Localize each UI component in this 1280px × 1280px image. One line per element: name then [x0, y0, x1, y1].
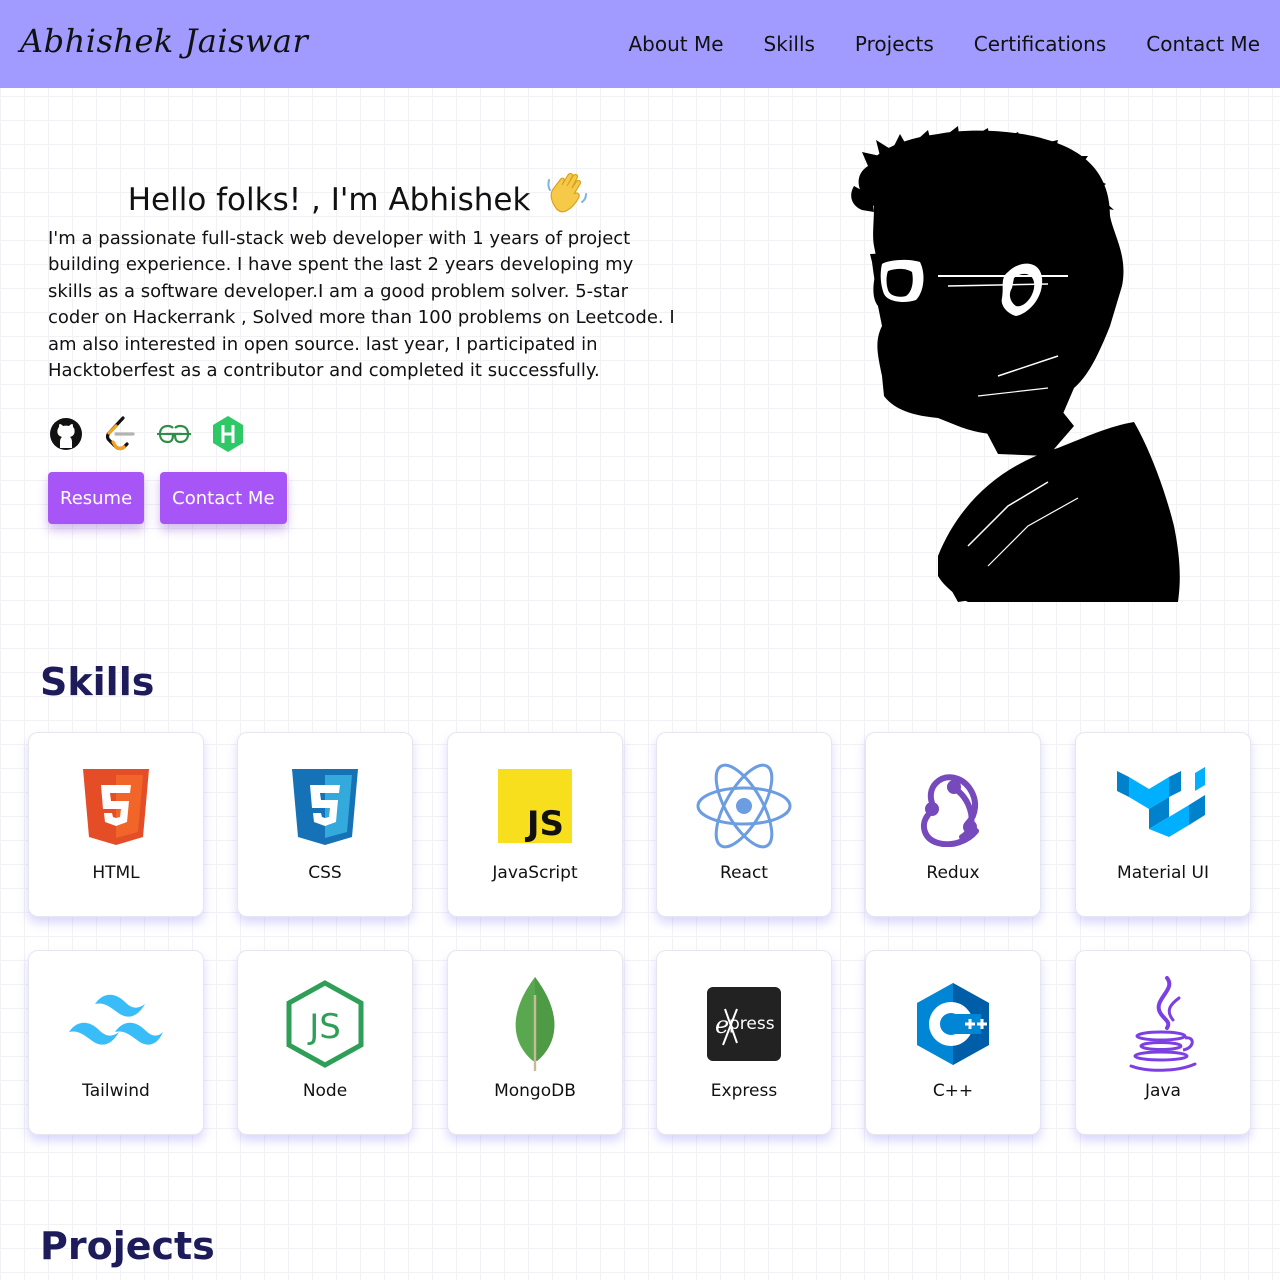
leetcode-icon[interactable]	[102, 415, 138, 453]
skill-label: Redux	[926, 863, 980, 883]
skills-heading: Skills	[40, 660, 155, 704]
skill-label: Express	[710, 1081, 778, 1101]
nav-link-projects[interactable]: Projects	[855, 30, 934, 58]
mongodb-leaf-icon	[485, 977, 585, 1071]
geeksforgeeks-icon[interactable]	[156, 415, 192, 453]
html5-icon	[66, 761, 166, 851]
hackerrank-icon[interactable]	[210, 415, 246, 453]
contact-me-button[interactable]: Contact Me	[160, 472, 287, 524]
nav-link-skills[interactable]: Skills	[764, 30, 815, 58]
java-icon	[1113, 976, 1213, 1072]
projects-heading: Projects	[40, 1224, 215, 1268]
hero-title: Hello folks! , I'm Abhishek	[48, 170, 668, 222]
skill-label: Node	[302, 1081, 348, 1101]
css3-icon	[275, 761, 375, 851]
hero-buttons: Resume Contact Me	[48, 472, 287, 524]
skill-label: CSS	[308, 863, 342, 883]
nav-link-about[interactable]: About Me	[628, 30, 723, 58]
hero-title-text: Hello folks! , I'm Abhishek	[127, 182, 531, 218]
brand-logo[interactable]: Abhishek Jaiswar	[20, 22, 308, 60]
skill-label: Java	[1145, 1081, 1181, 1101]
skill-card-cpp: C++	[865, 950, 1041, 1135]
skill-label: MongoDB	[494, 1081, 576, 1101]
skill-card-material-ui: Material UI	[1075, 732, 1251, 917]
skill-card-java: Java	[1075, 950, 1251, 1135]
express-icon: e press	[694, 979, 794, 1069]
material-ui-icon	[1113, 761, 1213, 851]
nodejs-icon: JS	[275, 979, 375, 1069]
skill-card-react: React	[656, 732, 832, 917]
svg-text:JS: JS	[525, 804, 564, 843]
navbar: Abhishek Jaiswar About Me Skills Project…	[0, 0, 1280, 88]
social-links	[48, 415, 246, 453]
tailwind-icon	[66, 979, 166, 1069]
skill-card-express: e press Express	[656, 950, 832, 1135]
skill-label: C++	[932, 1081, 974, 1101]
waving-hand-icon	[546, 170, 588, 222]
svg-text:JS: JS	[307, 1007, 341, 1047]
skill-card-mongodb: MongoDB	[447, 950, 623, 1135]
skill-card-redux: Redux	[865, 732, 1041, 917]
cpp-icon	[903, 979, 1003, 1069]
skill-card-javascript: JS JavaScript	[447, 732, 623, 917]
redux-icon	[903, 761, 1003, 851]
resume-button[interactable]: Resume	[48, 472, 145, 524]
skill-label: Tailwind	[82, 1081, 150, 1101]
svg-text:press: press	[729, 1014, 775, 1034]
skill-card-node: JS Node	[237, 950, 413, 1135]
skill-card-tailwind: Tailwind	[28, 950, 204, 1135]
hero-description: I'm a passionate full-stack web develope…	[48, 228, 675, 382]
skill-label: Material UI	[1117, 863, 1209, 883]
skill-card-html: HTML	[28, 732, 204, 917]
skill-label: React	[720, 863, 768, 883]
profile-illustration	[848, 126, 1188, 602]
nav-links: About Me Skills Projects Certifications …	[628, 30, 1260, 58]
skill-card-css: CSS	[237, 732, 413, 917]
nav-link-contact[interactable]: Contact Me	[1146, 30, 1260, 58]
skill-label: JavaScript	[492, 863, 578, 883]
skill-label: HTML	[92, 863, 140, 883]
nav-link-certifications[interactable]: Certifications	[974, 30, 1106, 58]
javascript-icon: JS	[485, 761, 585, 851]
react-icon	[694, 761, 794, 851]
github-icon[interactable]	[48, 415, 84, 453]
